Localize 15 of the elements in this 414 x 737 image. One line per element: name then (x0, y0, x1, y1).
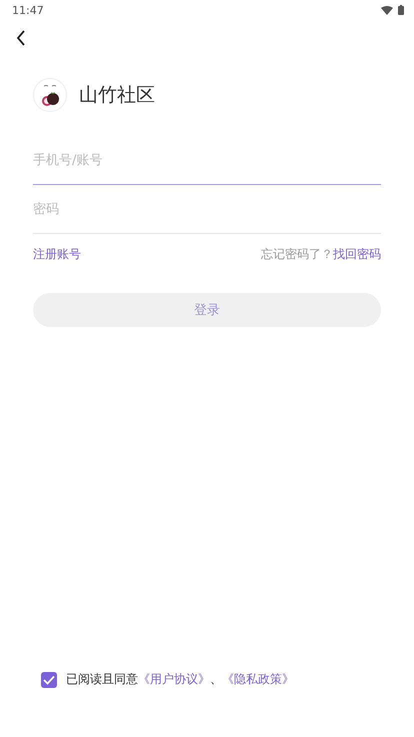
battery-icon (398, 5, 404, 15)
agreement-checkbox[interactable] (41, 672, 57, 688)
agreement-text: 已阅读且同意 (66, 671, 138, 688)
input-field[interactable]: 手机号/账号 (33, 136, 381, 185)
status-time: 11:47 (12, 4, 44, 16)
back-icon[interactable] (16, 30, 26, 46)
app-name: 山竹社区 (79, 83, 155, 108)
register-link[interactable]: 注册账号 (33, 246, 81, 263)
recover-password-link[interactable]: 找回密码 (333, 246, 381, 263)
forgot-password-text: 忘记密码了？ (261, 246, 333, 263)
privacy-link[interactable]: 《隐私政策》 (222, 671, 294, 688)
wifi-icon (381, 6, 393, 14)
terms-link[interactable]: 《用户协议》 (138, 671, 210, 688)
separator-text: 、 (210, 671, 222, 688)
logo-icon (33, 78, 67, 112)
